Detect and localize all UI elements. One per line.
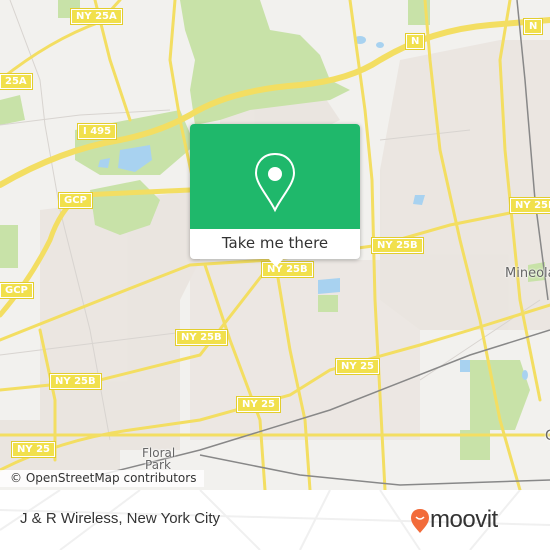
map-attribution[interactable]: © OpenStreetMap contributors [0,470,205,487]
take-me-there-button[interactable]: Take me there [190,229,360,259]
road-shield-ny25a: 25A [0,73,33,90]
moovit-pin-icon [411,509,429,533]
road-shield-i495: I 495 [76,123,118,140]
location-popup[interactable]: Take me there [190,124,360,267]
place-label-edge: G [545,428,550,444]
road-shield-gcp: GCP [58,192,93,209]
road-shield-ny25b: NY 25B [509,197,550,214]
popup-pointer [268,258,284,267]
location-title: J & R Wireless, New York City [20,510,221,527]
popup-header[interactable] [190,124,360,229]
road-shield-ny25a: NY 25A [70,8,123,25]
road-shield-ny25: NY 25 [334,358,381,375]
road-shield-ny25b: NY 25B [371,237,424,254]
road-shield-n: N [404,33,426,50]
road-shield-ny25: NY 25 [10,441,57,458]
place-label-mineola: Mineola [505,266,550,281]
moovit-logo-text: moovit [430,506,498,533]
road-shield-n: N [522,18,544,35]
road-shield-ny25b: NY 25B [49,373,102,390]
map-pin-icon [254,152,296,213]
footer: J & R Wireless, New York City moovit [0,490,550,550]
road-shield-ny25b: NY 25B [175,329,228,346]
road-shield-ny25: NY 25 [235,396,282,413]
road-shield-gcp: GCP [0,282,34,299]
